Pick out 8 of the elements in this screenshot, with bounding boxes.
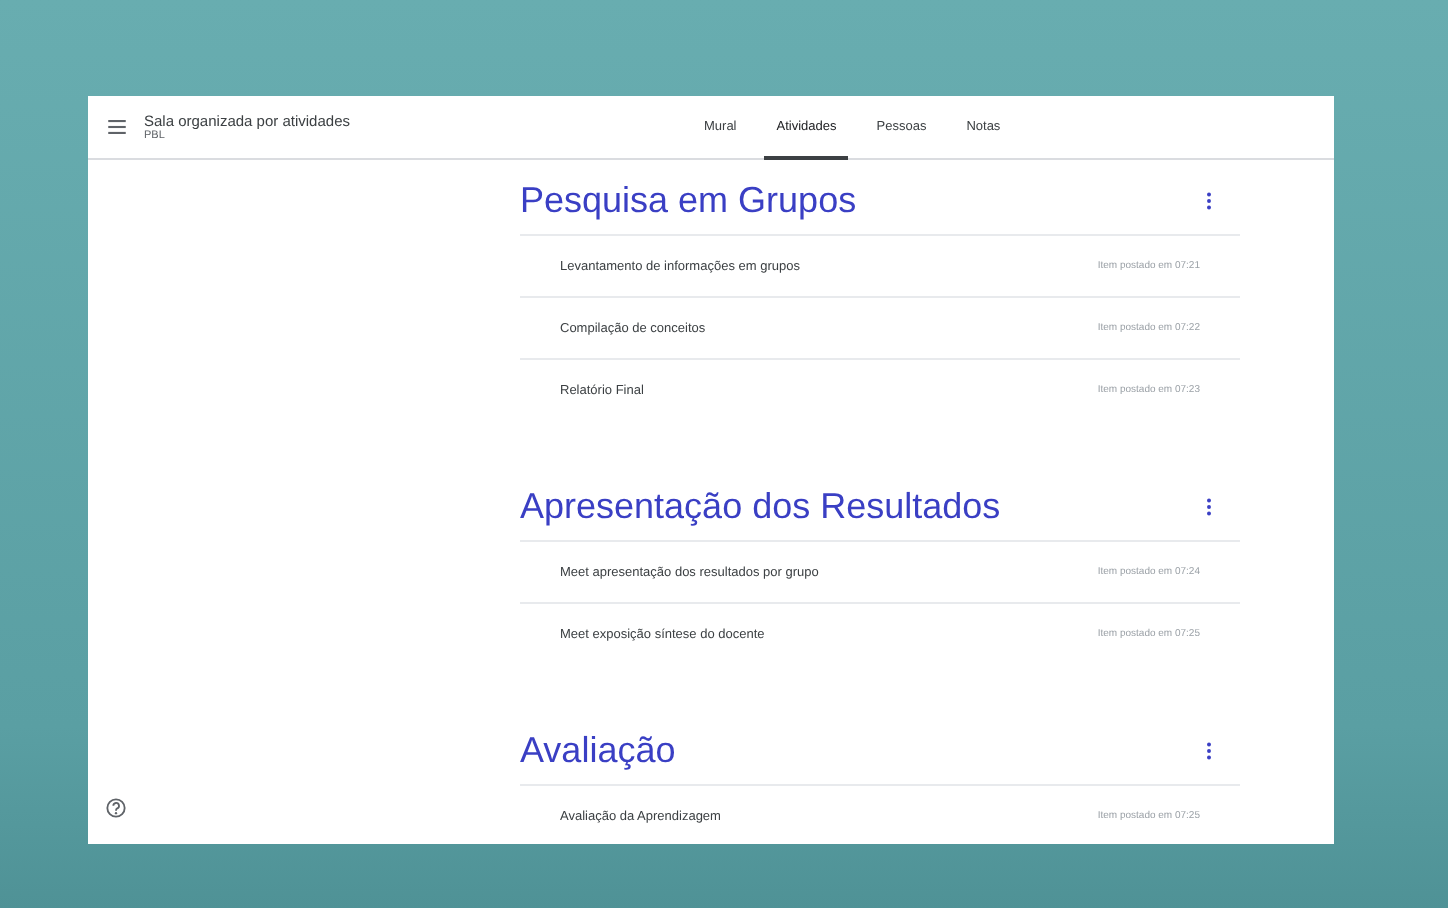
more-options-icon[interactable] <box>1206 741 1212 759</box>
help-icon[interactable] <box>106 798 126 818</box>
menu-icon[interactable] <box>108 120 126 134</box>
topic-heading: Apresentação dos Resultados <box>520 485 1001 527</box>
topic-heading: Avaliação <box>520 729 676 771</box>
topic-heading: Pesquisa em Grupos <box>520 179 857 221</box>
more-options-icon[interactable] <box>1206 497 1212 515</box>
more-options-icon[interactable] <box>1206 191 1212 209</box>
